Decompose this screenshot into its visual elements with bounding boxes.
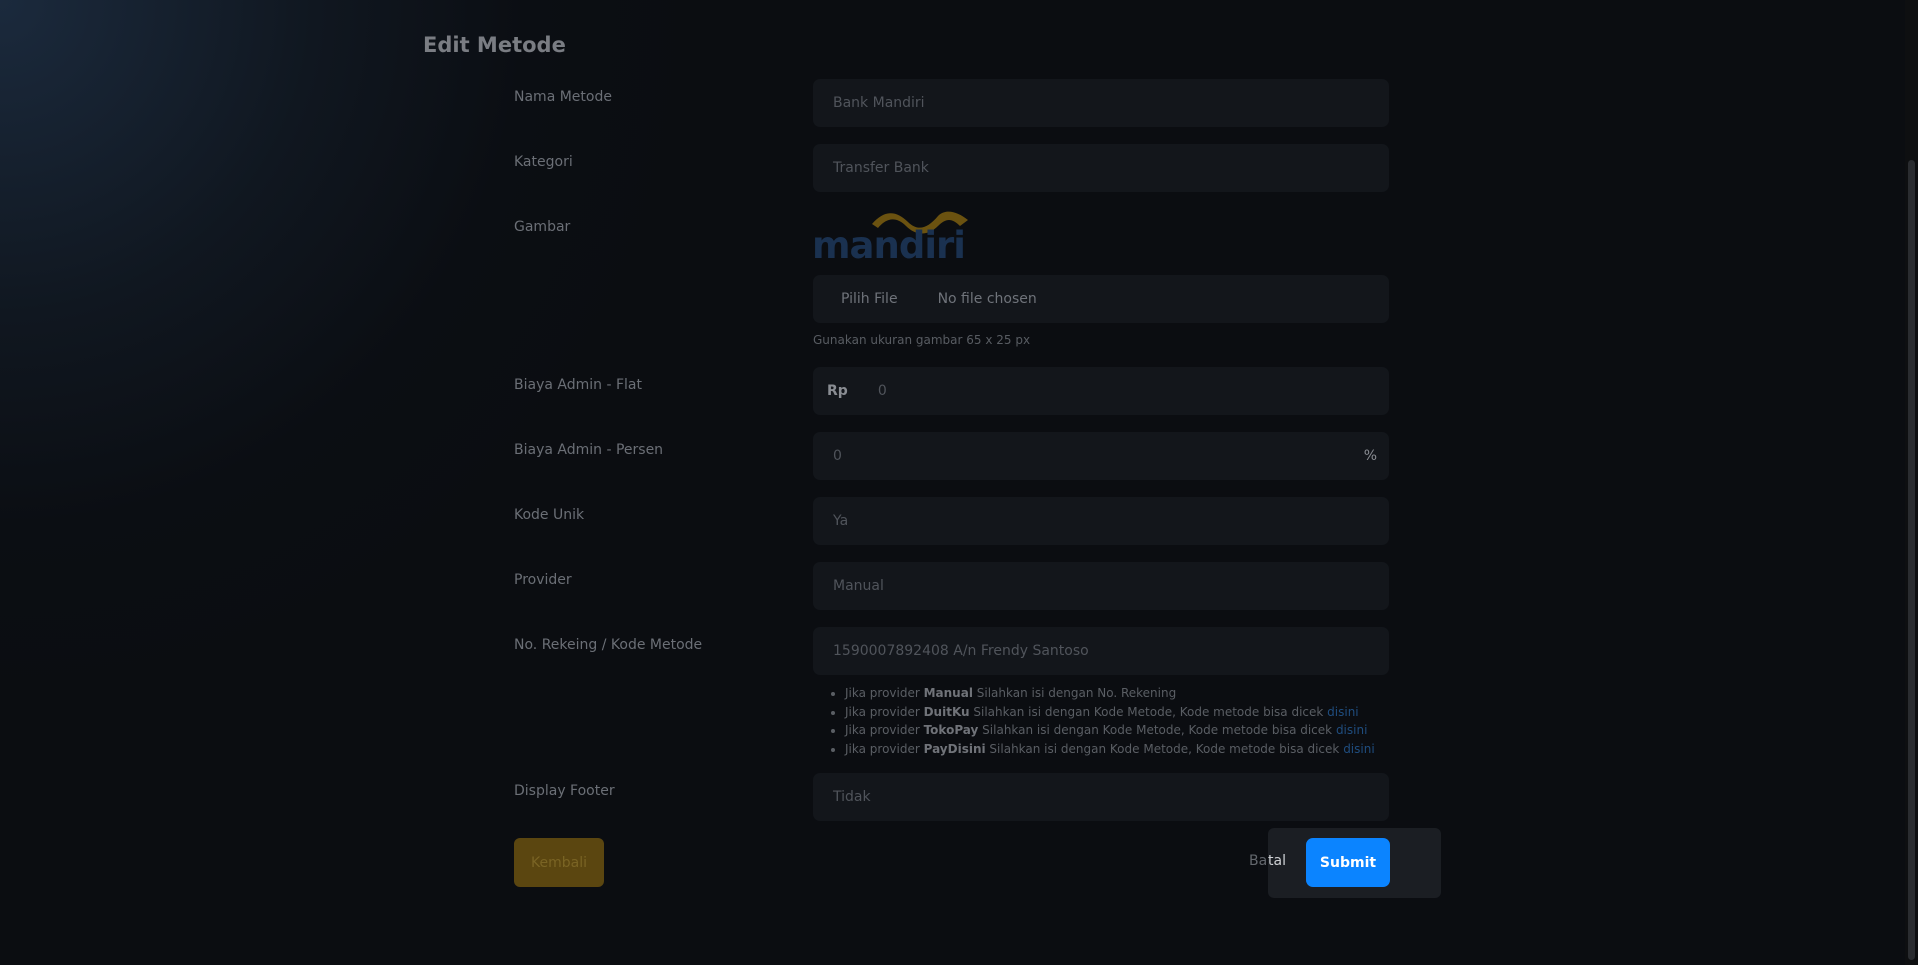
kategori-value: Transfer Bank [833, 160, 929, 176]
biaya-flat-input[interactable]: Rp 0 [813, 367, 1389, 415]
label-biaya-flat: Biaya Admin - Flat [514, 377, 642, 393]
biaya-persen-value: 0 [833, 448, 842, 464]
choose-file-button[interactable]: Pilih File [841, 291, 898, 307]
label-rekening: No. Rekeing / Kode Metode [514, 637, 703, 653]
label-kategori: Kategori [514, 154, 573, 170]
label-biaya-persen: Biaya Admin - Persen [514, 442, 664, 458]
image-size-hint: Gunakan ukuran gambar 65 x 25 px [813, 333, 1031, 347]
note-item: Jika provider TokoPay Silahkan isi denga… [845, 721, 1375, 740]
cancel-label-highlight: tal [1268, 853, 1286, 869]
biaya-persen-input[interactable]: 0 % [813, 432, 1389, 480]
label-display-footer: Display Footer [514, 783, 615, 799]
kode-unik-value: Ya [833, 513, 849, 529]
note-item: Jika provider PayDisini Silahkan isi den… [845, 740, 1375, 759]
label-nama-metode: Nama Metode [514, 89, 612, 105]
logo-text: mandiri [812, 224, 966, 267]
submit-button[interactable]: Submit [1306, 838, 1390, 887]
file-input[interactable]: Pilih File No file chosen [813, 275, 1389, 323]
rekening-value: 1590007892408 A/n Frendy Santoso [833, 643, 1089, 659]
nama-metode-value: Bank Mandiri [833, 95, 925, 111]
provider-notes: Jika provider Manual Silahkan isi dengan… [845, 684, 1375, 758]
paydisini-link[interactable]: disini [1343, 742, 1374, 756]
back-button[interactable]: Kembali [514, 838, 604, 887]
scrollbar-thumb[interactable] [1908, 160, 1915, 960]
label-provider: Provider [514, 572, 572, 588]
biaya-flat-value: 0 [877, 383, 887, 399]
cancel-button[interactable]: Ba [1249, 853, 1267, 869]
label-gambar: Gambar [514, 219, 571, 235]
note-item: Jika provider DuitKu Silahkan isi dengan… [845, 703, 1375, 722]
display-footer-select[interactable]: Tidak [813, 773, 1389, 821]
page-scrollbar[interactable] [1905, 0, 1918, 965]
file-status: No file chosen [937, 291, 1037, 307]
label-kode-unik: Kode Unik [514, 507, 585, 523]
nama-metode-input[interactable]: Bank Mandiri [813, 79, 1389, 127]
rekening-input[interactable]: 1590007892408 A/n Frendy Santoso [813, 627, 1389, 675]
kode-unik-select[interactable]: Ya [813, 497, 1389, 545]
note-item: Jika provider Manual Silahkan isi dengan… [845, 684, 1375, 703]
bank-logo-image: mandiri [812, 206, 987, 267]
provider-value: Manual [833, 578, 884, 594]
cancel-label-dim: Ba [1249, 853, 1268, 869]
percent-suffix: % [1363, 448, 1377, 464]
tokopay-link[interactable]: disini [1336, 723, 1367, 737]
provider-select[interactable]: Manual [813, 562, 1389, 610]
kategori-select[interactable]: Transfer Bank [813, 144, 1389, 192]
duitku-link[interactable]: disini [1327, 705, 1358, 719]
currency-prefix: Rp [827, 383, 848, 399]
page-title: Edit Metode [423, 33, 566, 57]
display-footer-value: Tidak [833, 789, 871, 805]
